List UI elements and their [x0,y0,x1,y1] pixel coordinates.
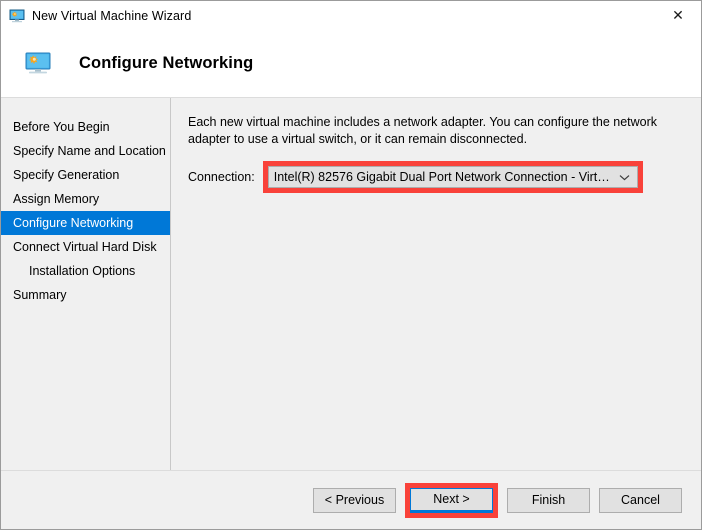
virtual-machine-monitor-icon [9,8,25,24]
sidebar-item-specify-name-and-location[interactable]: Specify Name and Location [1,139,170,163]
sidebar-item-specify-generation[interactable]: Specify Generation [1,163,170,187]
sidebar-item-assign-memory[interactable]: Assign Memory [1,187,170,211]
connection-dropdown[interactable]: Intel(R) 82576 Gigabit Dual Port Network… [267,166,638,188]
next-button[interactable]: Next > [410,487,493,513]
close-icon: ✕ [672,7,684,24]
networking-description: Each new virtual machine includes a netw… [188,115,658,146]
window-controls: ✕ [655,1,701,30]
page-title: Configure Networking [79,54,254,72]
title-bar: New Virtual Machine Wizard ✕ [1,1,701,30]
connection-row: Connection: Intel(R) 82576 Gigabit Dual … [188,161,687,193]
sidebar-item-installation-options[interactable]: Installation Options [1,259,170,283]
sidebar-item-configure-networking[interactable]: Configure Networking [1,211,170,235]
next-highlight-box: Next > [405,482,498,518]
connection-label: Connection: [188,170,255,184]
wizard-step-list: Before You Begin Specify Name and Locati… [1,98,171,470]
window-title: New Virtual Machine Wizard [32,8,192,23]
previous-button[interactable]: < Previous [313,487,396,513]
finish-button[interactable]: Finish [507,487,590,513]
new-virtual-machine-wizard-window: New Virtual Machine Wizard ✕ Configure N… [0,0,702,530]
chevron-down-icon [613,167,637,187]
sidebar-item-before-you-begin[interactable]: Before You Begin [1,115,170,139]
wizard-content: Each new virtual machine includes a netw… [171,98,701,470]
wizard-body: Before You Begin Specify Name and Locati… [1,98,701,470]
cancel-button[interactable]: Cancel [599,487,682,513]
connection-dropdown-value: Intel(R) 82576 Gigabit Dual Port Network… [273,170,613,184]
wizard-header: Configure Networking [1,30,701,98]
close-button[interactable]: ✕ [655,1,701,30]
virtual-machine-monitor-icon [23,51,53,77]
sidebar-item-connect-virtual-hard-disk[interactable]: Connect Virtual Hard Disk [1,235,170,259]
connection-highlight-box: Intel(R) 82576 Gigabit Dual Port Network… [262,161,643,193]
wizard-footer: < Previous Next > Finish Cancel [1,470,701,529]
sidebar-item-summary[interactable]: Summary [1,283,170,307]
